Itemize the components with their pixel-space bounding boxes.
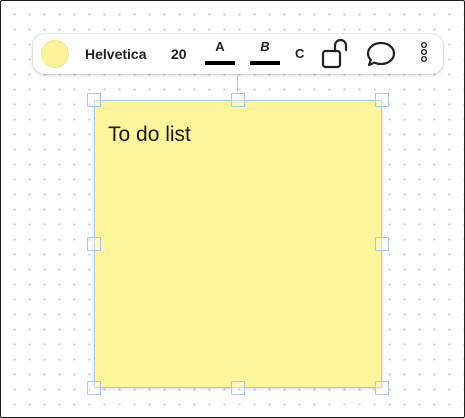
- note-toolbar: Helvetica 20 A B C: [33, 34, 443, 74]
- resize-handle-middle-left[interactable]: [87, 237, 101, 251]
- resize-handle-top-right[interactable]: [375, 93, 389, 107]
- vertical-dots-icon: [420, 42, 427, 63]
- text-style-c-button[interactable]: C: [295, 46, 304, 61]
- text-style-a-label: A: [215, 39, 225, 54]
- sticky-note-text[interactable]: To do list: [108, 122, 191, 148]
- speech-bubble-icon: [366, 41, 396, 67]
- resize-handle-top-left[interactable]: [87, 93, 101, 107]
- text-style-b-underline: [250, 61, 280, 65]
- resize-handle-middle-right[interactable]: [375, 237, 389, 251]
- text-style-a-underline: [205, 61, 235, 65]
- comment-button[interactable]: [365, 39, 397, 69]
- toolbar-connector-line: [237, 74, 238, 92]
- text-style-a-button[interactable]: A: [205, 40, 235, 65]
- more-options-button[interactable]: [417, 39, 431, 69]
- canvas[interactable]: Helvetica 20 A B C To do list: [0, 0, 465, 418]
- text-style-b-label: B: [260, 39, 270, 54]
- resize-handle-bottom-center[interactable]: [231, 381, 245, 395]
- resize-handle-bottom-left[interactable]: [87, 381, 101, 395]
- text-style-b-button[interactable]: B: [250, 40, 280, 65]
- font-family-selector[interactable]: Helvetica: [85, 45, 146, 63]
- resize-handle-bottom-right[interactable]: [375, 381, 389, 395]
- color-swatch-button[interactable]: [41, 40, 69, 68]
- unlocked-padlock-icon: [321, 38, 348, 69]
- resize-handle-top-center[interactable]: [231, 93, 245, 107]
- font-size-selector[interactable]: 20: [171, 45, 187, 63]
- lock-button[interactable]: [320, 37, 354, 71]
